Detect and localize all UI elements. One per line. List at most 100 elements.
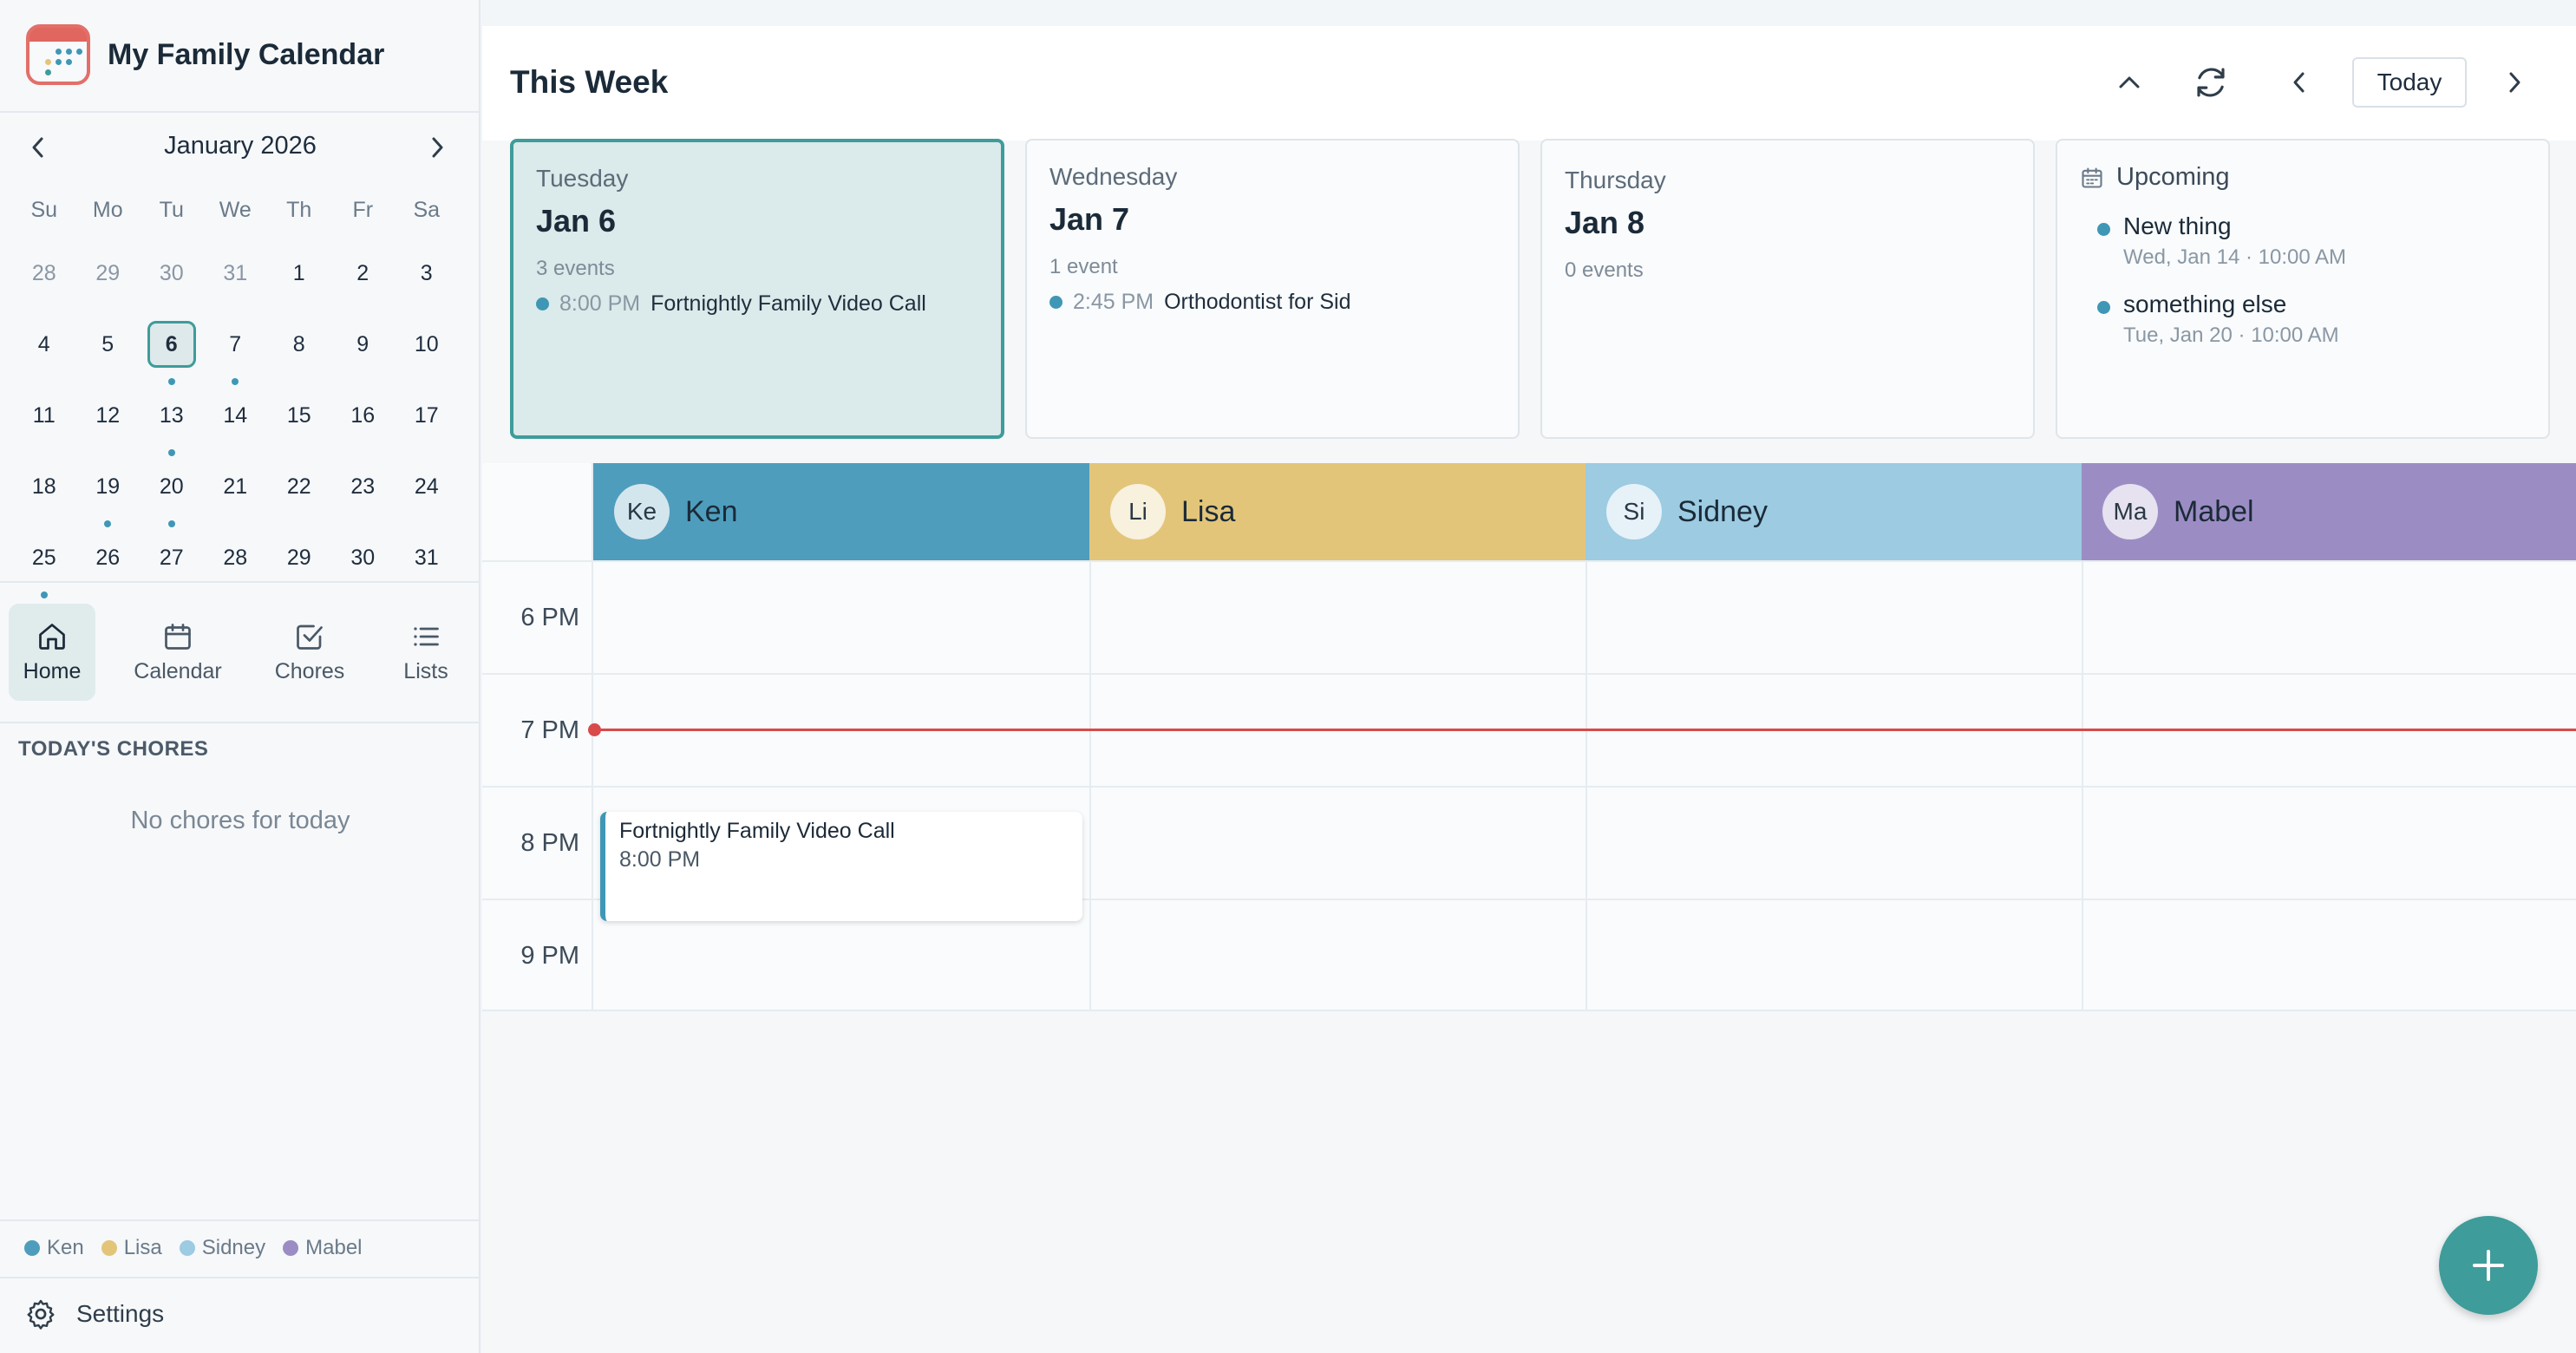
- today-button[interactable]: Today: [2352, 57, 2467, 108]
- day-event[interactable]: 2:45 PM Orthodontist for Sid: [1049, 290, 1495, 315]
- calendar-day[interactable]: 15: [267, 380, 331, 451]
- schedule-grid: Ke Ken Li Lisa Si Sidney Ma Mabel 6 PM 7…: [482, 463, 2576, 1011]
- day-number: 19: [95, 474, 121, 499]
- calendar-day[interactable]: 10: [395, 309, 459, 380]
- nav-home[interactable]: Home: [9, 604, 95, 701]
- calendar-day[interactable]: 29: [76, 238, 141, 309]
- upcoming-item-name: New thing: [2123, 212, 2232, 239]
- current-time-line: [593, 729, 2576, 731]
- day-number: 21: [223, 474, 248, 499]
- nav-calendar-label: Calendar: [134, 658, 222, 683]
- calendar-day[interactable]: 30: [140, 238, 204, 309]
- month-label: January 2026: [164, 132, 317, 160]
- person-column-lisa[interactable]: Li Lisa: [1089, 463, 1585, 560]
- day-name: Tuesday: [536, 165, 629, 192]
- nav-lists-label: Lists: [403, 658, 448, 683]
- weekday-label: Tu: [159, 198, 184, 222]
- hour-label: 6 PM: [520, 604, 579, 631]
- upcoming-item[interactable]: something else Tue, Jan 20 · 10:00 AM: [2080, 291, 2526, 348]
- event-name: Orthodontist for Sid: [1164, 290, 1351, 314]
- calendar-day[interactable]: 16: [331, 380, 396, 451]
- legend-item: Ken: [24, 1236, 84, 1260]
- upcoming-item[interactable]: New thing Wed, Jan 14 · 10:00 AM: [2080, 212, 2526, 270]
- day-number: 12: [95, 402, 121, 428]
- event-dot: [2097, 301, 2110, 314]
- calendar-day-selected[interactable]: 6: [140, 309, 204, 385]
- refresh-button[interactable]: [2186, 57, 2236, 108]
- upcoming-card: Upcoming New thing Wed, Jan 14 · 10:00 A…: [2056, 139, 2550, 439]
- nav-lists[interactable]: Lists: [385, 604, 467, 701]
- weekday-label: Fr: [352, 198, 374, 222]
- person-column-mabel[interactable]: Ma Mabel: [2082, 463, 2576, 560]
- person-column-ken[interactable]: Ke Ken: [593, 463, 1089, 560]
- settings-button[interactable]: Settings: [24, 1297, 164, 1330]
- calendar-day[interactable]: 21: [204, 451, 268, 522]
- day-number: 7: [229, 331, 242, 356]
- calendar-day[interactable]: 5: [76, 309, 141, 380]
- next-month-button[interactable]: [418, 128, 456, 167]
- day-name: Thursday: [1565, 167, 1666, 193]
- calendar-day[interactable]: 18: [12, 451, 76, 522]
- app-logo-icon: [26, 24, 90, 85]
- calendar-day[interactable]: 3: [395, 238, 459, 309]
- collapse-button[interactable]: [2104, 57, 2154, 108]
- calendar-day[interactable]: 1: [267, 238, 331, 309]
- calendar-day[interactable]: 4: [12, 309, 76, 380]
- next-week-button[interactable]: [2493, 57, 2536, 108]
- calendar-day[interactable]: 19: [76, 451, 141, 527]
- day-number: 23: [350, 474, 376, 499]
- day-name: Wednesday: [1049, 163, 1178, 190]
- grid-line: [482, 673, 2576, 675]
- calendar-day[interactable]: 7: [204, 309, 268, 385]
- calendar-day[interactable]: 23: [331, 451, 396, 522]
- calendar-day[interactable]: 24: [395, 451, 459, 522]
- calendar-day[interactable]: 2: [331, 238, 396, 309]
- calendar-day[interactable]: 11: [12, 380, 76, 451]
- day-card-wednesday[interactable]: Wednesday Jan 7 1 event 2:45 PM Orthodon…: [1025, 139, 1520, 439]
- day-date: Jan 8: [1565, 205, 1645, 240]
- calendar-day[interactable]: 12: [76, 380, 141, 451]
- event-name: Fortnightly Family Video Call: [619, 819, 895, 843]
- calendar-day[interactable]: 28: [12, 238, 76, 309]
- upcoming-heading: Upcoming: [2080, 163, 2526, 192]
- grid-line: [1585, 560, 1587, 1011]
- avatar: Ke: [614, 484, 670, 539]
- top-bar: This Week Today: [482, 26, 2576, 141]
- calendar-event[interactable]: Fortnightly Family Video Call 8:00 PM: [600, 812, 1082, 921]
- day-event[interactable]: 8:00 PM Fortnightly Family Video Call: [536, 291, 978, 317]
- person-column-sidney[interactable]: Si Sidney: [1585, 463, 2082, 560]
- grid-line: [482, 1010, 2576, 1011]
- day-number: 22: [286, 474, 311, 499]
- mini-calendar-header: January 2026: [0, 113, 481, 182]
- nav-calendar[interactable]: Calendar: [127, 604, 229, 701]
- day-number: 27: [159, 545, 184, 570]
- event-time: 2:45 PM: [1073, 290, 1154, 314]
- nav-chores[interactable]: Chores: [262, 604, 357, 701]
- calendar-day[interactable]: 31: [204, 238, 268, 309]
- add-event-button[interactable]: [2439, 1216, 2538, 1315]
- calendar-day[interactable]: 13: [140, 380, 204, 456]
- calendar-day[interactable]: 14: [204, 380, 268, 451]
- list-icon: [414, 626, 439, 646]
- event-dot: [2097, 223, 2110, 236]
- day-number: 2: [356, 260, 369, 285]
- calendar-day[interactable]: 8: [267, 309, 331, 380]
- day-number: 6: [147, 321, 196, 368]
- week-cards: Tuesday Jan 6 3 events 8:00 PM Fortnight…: [510, 139, 2557, 442]
- hour-label: 9 PM: [520, 942, 579, 970]
- person-name: Sidney: [1677, 494, 1768, 528]
- prev-week-button[interactable]: [2278, 57, 2321, 108]
- day-number: 9: [356, 331, 369, 356]
- day-card-tuesday[interactable]: Tuesday Jan 6 3 events 8:00 PM Fortnight…: [510, 139, 1004, 439]
- upcoming-title: Upcoming: [2116, 163, 2230, 191]
- calendar-day[interactable]: 20: [140, 451, 204, 527]
- calendar-day[interactable]: 22: [267, 451, 331, 522]
- calendar-day[interactable]: 17: [395, 380, 459, 451]
- sidebar: My Family Calendar January 2026 Su Mo Tu We…: [0, 0, 481, 1353]
- person-name: Lisa: [1181, 494, 1236, 528]
- day-card-thursday[interactable]: Thursday Jan 8 0 events: [1540, 139, 2035, 439]
- day-number: 25: [31, 545, 56, 570]
- divider: [0, 1219, 481, 1221]
- calendar-day[interactable]: 9: [331, 309, 396, 380]
- event-name: Fortnightly Family Video Call: [651, 291, 926, 316]
